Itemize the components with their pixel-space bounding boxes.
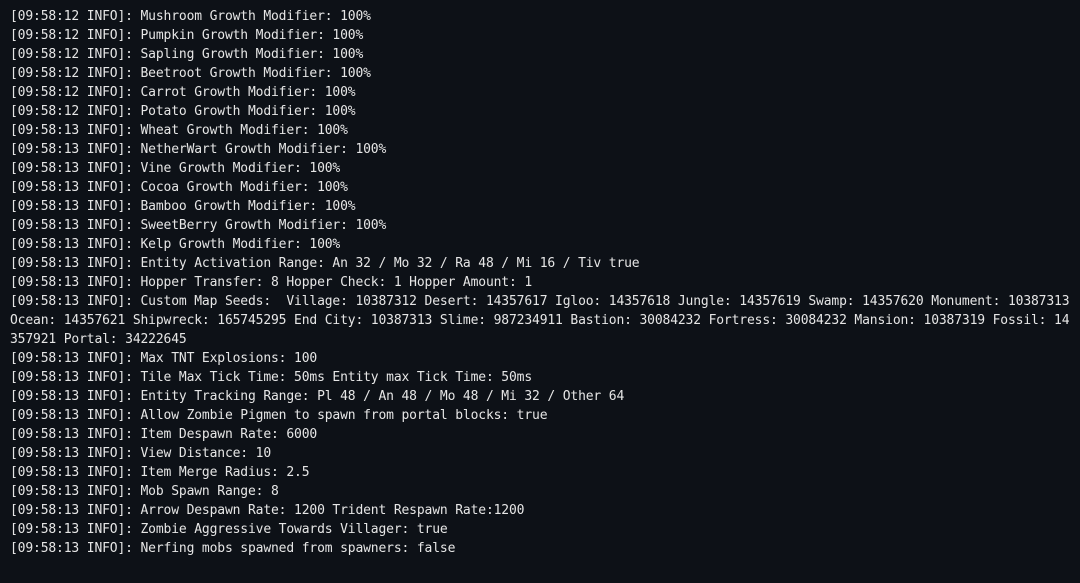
log-line: [09:58:13 INFO]: Cocoa Growth Modifier: … [10, 180, 348, 195]
log-line: [09:58:13 INFO]: SweetBerry Growth Modif… [10, 218, 387, 233]
log-line-custom-map-seeds: [09:58:13 INFO]: Custom Map Seeds: Villa… [10, 294, 1078, 347]
log-line: [09:58:13 INFO]: Hopper Transfer: 8 Hopp… [10, 275, 533, 290]
log-line: [09:58:13 INFO]: Entity Activation Range… [10, 256, 640, 271]
log-line: [09:58:13 INFO]: Item Despawn Rate: 6000 [10, 427, 318, 442]
log-line: [09:58:13 INFO]: Bamboo Growth Modifier:… [10, 199, 356, 214]
log-line: [09:58:12 INFO]: Potato Growth Modifier:… [10, 104, 356, 119]
log-line: [09:58:13 INFO]: Item Merge Radius: 2.5 [10, 465, 310, 480]
log-line: [09:58:13 INFO]: NetherWart Growth Modif… [10, 142, 387, 157]
log-line: [09:58:13 INFO]: Nerfing mobs spawned fr… [10, 541, 456, 556]
log-line: [09:58:13 INFO]: Zombie Aggressive Towar… [10, 522, 448, 537]
log-line: [09:58:13 INFO]: Max TNT Explosions: 100 [10, 351, 318, 366]
log-line: [09:58:13 INFO]: Tile Max Tick Time: 50m… [10, 370, 533, 385]
log-line: [09:58:13 INFO]: Vine Growth Modifier: 1… [10, 161, 341, 176]
log-line: [09:58:12 INFO]: Carrot Growth Modifier:… [10, 85, 356, 100]
log-line: [09:58:13 INFO]: Mob Spawn Range: 8 [10, 484, 279, 499]
log-line: [09:58:12 INFO]: Pumpkin Growth Modifier… [10, 28, 364, 43]
log-line: [09:58:13 INFO]: Wheat Growth Modifier: … [10, 123, 348, 138]
console-output[interactable]: [09:58:12 INFO]: Mushroom Growth Modifie… [0, 0, 1080, 583]
log-line: [09:58:12 INFO]: Beetroot Growth Modifie… [10, 66, 371, 81]
log-line: [09:58:13 INFO]: Arrow Despawn Rate: 120… [10, 503, 525, 518]
log-line: [09:58:12 INFO]: Sapling Growth Modifier… [10, 47, 364, 62]
log-line: [09:58:13 INFO]: Kelp Growth Modifier: 1… [10, 237, 341, 252]
log-line: [09:58:13 INFO]: View Distance: 10 [10, 446, 272, 461]
log-line: [09:58:12 INFO]: Mushroom Growth Modifie… [10, 9, 371, 24]
log-line: [09:58:13 INFO]: Entity Tracking Range: … [10, 389, 625, 404]
log-line: [09:58:13 INFO]: Allow Zombie Pigmen to … [10, 408, 548, 423]
